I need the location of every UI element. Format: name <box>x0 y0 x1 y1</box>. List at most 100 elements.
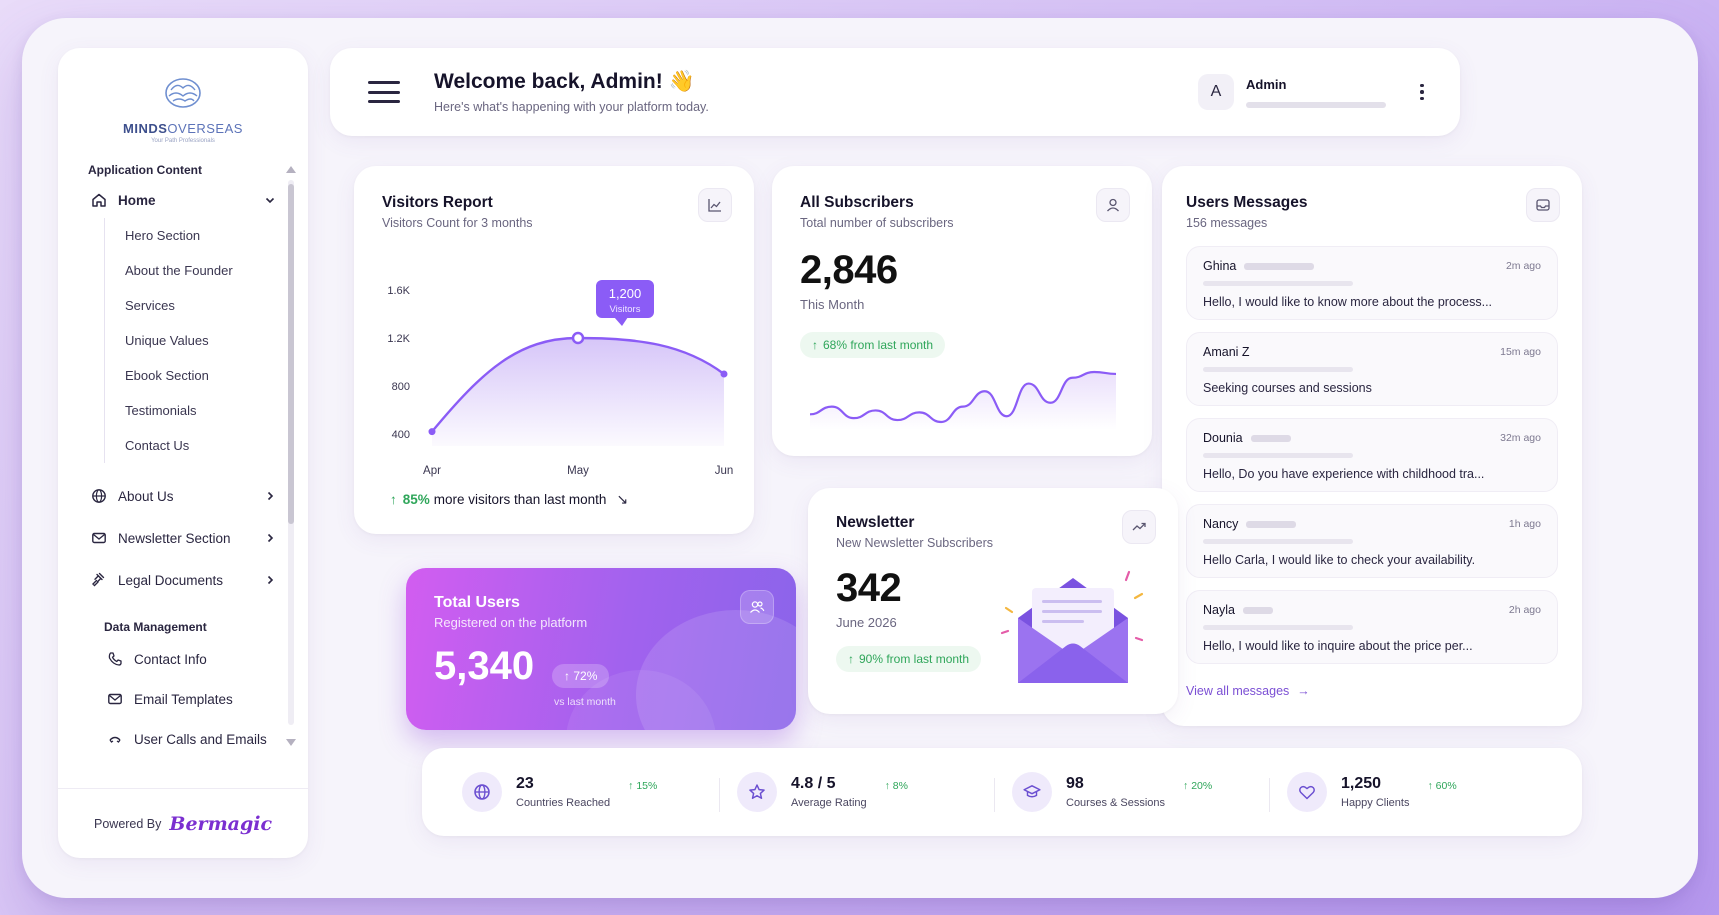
heart-icon <box>1287 772 1327 812</box>
view-all-label: View all messages <box>1186 684 1290 698</box>
stat-label: Courses & Sessions <box>1066 797 1166 809</box>
message-sender: Nayla <box>1203 603 1235 617</box>
sidebar-subitem-about-founder[interactable]: About the Founder <box>105 253 298 288</box>
card-subtitle: New Newsletter Subscribers <box>836 536 993 550</box>
stat-value: 1,250 <box>1341 775 1382 792</box>
stat-label: Countries Reached <box>516 797 611 809</box>
sidebar-item-user-calls-emails[interactable]: User Calls and Emails <box>58 719 298 753</box>
trend-up-icon: ↑ <box>390 492 397 507</box>
arrow-right-icon: → <box>1297 684 1310 698</box>
y-tick-label: 1.6K <box>387 285 410 297</box>
redacted-email <box>1203 367 1353 372</box>
brand-logo[interactable]: MINDSOVERSEAS Your Path Professionals <box>58 66 308 154</box>
message-item[interactable]: Nancy Hello Carla, I would like to check… <box>1186 504 1558 578</box>
tooltip-label: Visitors <box>610 304 641 315</box>
mail-icon <box>90 529 108 547</box>
message-preview: Seeking courses and sessions <box>1203 381 1372 395</box>
avatar[interactable]: A <box>1198 74 1234 110</box>
total-users-vs: vs last month <box>554 696 616 708</box>
sidebar-item-email-templates[interactable]: Email Templates <box>58 679 298 719</box>
stat-change: ↑ 60% <box>1427 780 1457 792</box>
menu-bar <box>368 90 400 94</box>
message-preview: Hello, Do you have experience with child… <box>1203 467 1485 481</box>
sidebar-subitem-ebook-section[interactable]: Ebook Section <box>105 358 298 393</box>
newsletter-change: 90% from last month <box>859 652 970 666</box>
brain-logo-icon <box>165 78 201 108</box>
redacted-email <box>1203 281 1353 286</box>
more-options-icon[interactable] <box>1414 83 1430 101</box>
x-tick-label: Jun <box>715 465 734 477</box>
view-all-messages-link[interactable]: View all messages → <box>1186 684 1310 698</box>
redacted-surname <box>1250 434 1291 442</box>
total-users-change: 72% <box>573 669 598 683</box>
data-point <box>720 370 728 378</box>
card-title: All Subscribers <box>800 194 914 211</box>
dashboard-frame: MINDSOVERSEAS Your Path Professionals Ap… <box>22 18 1698 898</box>
stat-change-value: 15% <box>636 780 658 792</box>
sidebar-subitem-hero-section[interactable]: Hero Section <box>105 218 298 253</box>
message-sender: Ghina <box>1203 259 1237 273</box>
visitors-area-chart: 1.6K 1.2K 800 400 Apr May Jun 1,200 Visitors <box>387 280 734 477</box>
sidebar-item-contact-info[interactable]: Contact Info <box>58 639 298 679</box>
menu-bar <box>368 100 400 103</box>
message-sender: Dounia <box>1203 431 1243 445</box>
message-time: 2h ago <box>1508 604 1541 616</box>
chevron-right-icon <box>267 575 274 585</box>
sidebar-item-home[interactable]: Home <box>58 182 298 218</box>
sidebar-item-label: User Calls and Emails <box>134 731 267 747</box>
sidebar-nav[interactable]: Application Content Home Hero Section Ab… <box>58 158 298 753</box>
y-tick-label: 800 <box>392 381 410 393</box>
sidebar-subitem-testimonials[interactable]: Testimonials <box>105 393 298 428</box>
series-area <box>432 338 724 446</box>
message-time: 1h ago <box>1508 518 1541 530</box>
powered-by-brand[interactable]: Bermagic <box>169 813 272 835</box>
hamburger-menu-button[interactable] <box>368 81 400 103</box>
status-badge: ↑ 90% from last month <box>836 646 982 672</box>
sidebar-item-label: Home <box>118 192 156 208</box>
stats-bar: 23 Countries Reached ↑ 15% 4.8 / 5 Avera… <box>422 748 1582 836</box>
stat-label: Average Rating <box>791 797 867 809</box>
sidebar-subitem-contact-us[interactable]: Contact Us <box>105 428 298 463</box>
user-profile[interactable]: A Admin <box>1198 74 1386 110</box>
stat-rating: 4.8 / 5 Average Rating ↑ 8% <box>719 772 1002 812</box>
user-name: Admin <box>1246 76 1287 92</box>
sidebar-scrollbar[interactable] <box>286 166 296 746</box>
chart-icon[interactable] <box>698 188 732 222</box>
message-item[interactable]: Ghina Hello, I would like to know more a… <box>1186 246 1558 320</box>
redacted-surname <box>1246 520 1297 528</box>
sidebar: MINDSOVERSEAS Your Path Professionals Ap… <box>58 48 308 858</box>
sidebar-item-legal-documents[interactable]: Legal Documents <box>58 559 298 601</box>
sidebar-item-about-us[interactable]: About Us <box>58 475 298 517</box>
trending-up-icon[interactable] <box>1122 510 1156 544</box>
scroll-up-arrow-icon[interactable] <box>286 166 296 173</box>
stat-countries: 23 Countries Reached ↑ 15% <box>452 772 727 812</box>
stat-value: 23 <box>516 775 534 792</box>
message-sender: Nancy <box>1203 517 1239 531</box>
message-list: Ghina Hello, I would like to know more a… <box>1186 246 1558 664</box>
user-email-redacted <box>1246 101 1386 108</box>
message-item[interactable]: Dounia Hello, Do you have experience wit… <box>1186 418 1558 492</box>
envelope-illustration-icon <box>1000 570 1144 683</box>
redacted-surname <box>1244 262 1315 270</box>
scroll-down-arrow-icon[interactable] <box>286 739 296 746</box>
stat-clients: 1,250 Happy Clients ↑ 60% <box>1269 772 1552 812</box>
inbox-icon[interactable] <box>1526 188 1560 222</box>
total-users-card: Total Users Registered on the platform 5… <box>406 568 796 730</box>
phone-call-icon <box>106 730 124 748</box>
users-icon[interactable] <box>740 590 774 624</box>
stat-change: ↑ 8% <box>884 780 908 792</box>
brand-name: MINDSOVERSEAS <box>123 121 243 136</box>
message-item[interactable]: Nayla Hello, I would like to inquire abo… <box>1186 590 1558 664</box>
sidebar-subitem-services[interactable]: Services <box>105 288 298 323</box>
menu-bar <box>368 81 400 84</box>
sidebar-item-newsletter-section[interactable]: Newsletter Section <box>58 517 298 559</box>
stat-label: Happy Clients <box>1341 797 1410 809</box>
visitors-report-card: Visitors Report Visitors Count for 3 mon… <box>354 166 754 534</box>
message-item[interactable]: Amani Z Seeking courses and sessions 15m… <box>1186 332 1558 406</box>
card-title: Total Users <box>434 594 520 611</box>
scroll-thumb[interactable] <box>288 184 294 524</box>
powered-by-footer: Powered By Bermagic <box>58 788 308 858</box>
status-badge: ↑ 68% from last month <box>800 332 946 358</box>
user-icon[interactable] <box>1096 188 1130 222</box>
sidebar-subitem-unique-values[interactable]: Unique Values <box>105 323 298 358</box>
